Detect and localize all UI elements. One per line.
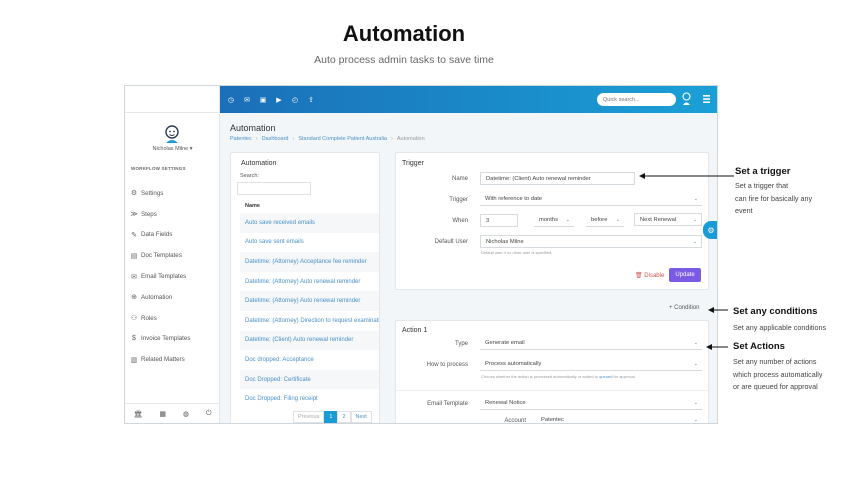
annotation-trigger-text: Set a trigger that can fire for basicall… bbox=[735, 181, 813, 215]
annotation-arrows bbox=[639, 173, 734, 350]
annotation-trigger-title: Set a trigger bbox=[735, 166, 791, 177]
annotation-conditions-title: Set any conditions bbox=[733, 306, 818, 317]
annotation-actions-text: Set any number of actions which process … bbox=[733, 357, 823, 391]
annotation-conditions-text: Set any applicable conditions bbox=[733, 323, 827, 332]
annotation-actions-title: Set Actions bbox=[733, 341, 785, 352]
